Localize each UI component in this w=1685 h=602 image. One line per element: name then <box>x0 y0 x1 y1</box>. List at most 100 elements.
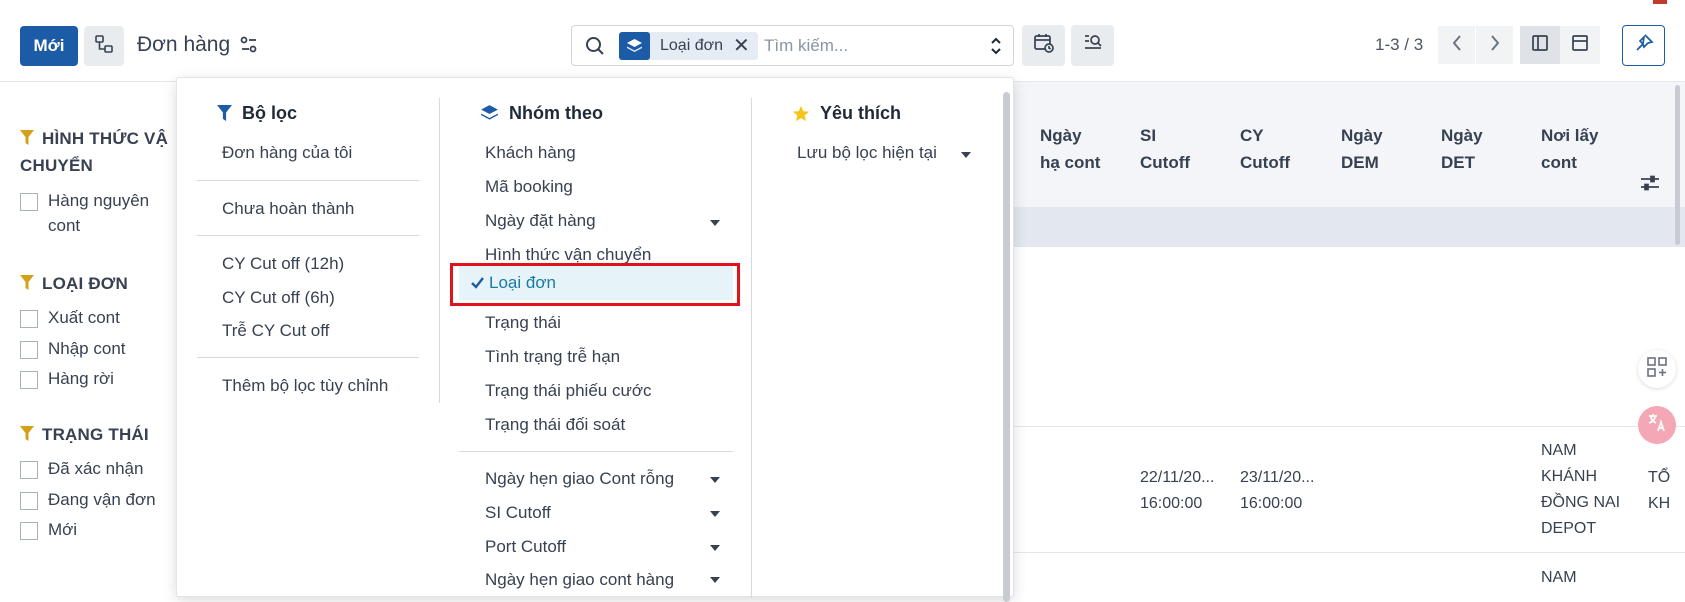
dropdown-scrollbar[interactable] <box>1003 92 1010 602</box>
page-title: Đơn hàng <box>137 33 231 56</box>
star-icon <box>792 105 810 121</box>
cell-pickup-location: NAM <box>1541 569 1577 586</box>
translate-float-button[interactable] <box>1638 406 1676 444</box>
filter-item-full-container[interactable]: Hàng nguyên cont <box>20 191 170 238</box>
apps-add-icon <box>1646 356 1668 383</box>
add-custom-filter[interactable]: Thêm bộ lọc tùy chỉnh <box>222 376 388 396</box>
divider <box>197 235 419 236</box>
calendar-filter-button[interactable] <box>1022 25 1065 66</box>
caret-down-icon[interactable] <box>710 577 720 583</box>
kanban-view-button[interactable] <box>1560 26 1600 64</box>
funnel-icon <box>20 426 34 441</box>
translate-icon <box>1646 412 1668 439</box>
filter-incomplete[interactable]: Chưa hoàn thành <box>222 199 354 219</box>
chevron-left-icon <box>1451 34 1463 57</box>
groupby-shipping-method[interactable]: Hình thức vận chuyển <box>485 245 651 265</box>
search-facet: Loại đơn ✕ <box>619 32 758 60</box>
filter-my-orders[interactable]: Đơn hàng của tôi <box>222 143 352 163</box>
settings-sliders-icon[interactable] <box>240 36 258 59</box>
checkbox[interactable] <box>20 492 38 510</box>
checkbox[interactable] <box>20 461 38 479</box>
toggle-search-panel-icon[interactable] <box>989 36 1003 61</box>
groupby-customer[interactable]: Khách hàng <box>485 143 576 163</box>
column-divider <box>751 98 752 598</box>
list-view: Ngày hạ cont SI Cutoff CY Cutoff Ngày DEM Ng… <box>1000 82 1685 586</box>
pin-icon <box>1634 33 1654 58</box>
columns-view-icon <box>1531 34 1549 57</box>
filter-item-in-transit[interactable]: Đang vận đơn <box>20 490 156 510</box>
row-divider <box>1000 426 1685 427</box>
list-scrollbar[interactable] <box>1675 85 1680 245</box>
checkbox[interactable] <box>20 341 38 359</box>
list-view-button[interactable] <box>1520 26 1560 64</box>
checkbox[interactable] <box>20 522 38 540</box>
switch-view-button[interactable] <box>84 26 124 66</box>
caret-down-icon[interactable] <box>710 477 720 483</box>
save-current-search[interactable]: Lưu bộ lọc hiện tại <box>797 143 937 163</box>
optional-columns-icon[interactable] <box>1640 174 1660 197</box>
column-header-pickup-location[interactable]: Nơi lấy cont <box>1541 122 1598 176</box>
hierarchy-icon <box>94 34 114 59</box>
search-bar: Loại đơn ✕ <box>571 25 1014 66</box>
caret-down-icon[interactable] <box>710 511 720 517</box>
facet-label: Loại đơn <box>660 37 723 54</box>
groupby-port-cutoff[interactable]: Port Cutoff <box>485 537 566 557</box>
filter-item-confirmed[interactable]: Đã xác nhận <box>20 459 143 479</box>
pin-button[interactable] <box>1622 25 1665 66</box>
favorites-title: Yêu thích <box>792 103 901 124</box>
checkbox[interactable] <box>20 310 38 328</box>
groupby-status[interactable]: Trạng thái <box>485 313 561 333</box>
groupby-empty-cont-date[interactable]: Ngày hẹn giao Cont rỗng <box>485 469 674 489</box>
rows-view-icon <box>1571 34 1589 57</box>
filter-item-bulk[interactable]: Hàng rời <box>20 369 114 389</box>
group-row[interactable] <box>1000 207 1685 247</box>
divider <box>197 180 419 181</box>
groupby-freight-status[interactable]: Trạng thái phiếu cước <box>485 381 651 401</box>
groupby-title: Nhóm theo <box>480 103 603 124</box>
column-header-det-date[interactable]: Ngày DET <box>1441 122 1483 176</box>
caret-down-icon[interactable] <box>710 545 720 551</box>
filter-item-new[interactable]: Mới <box>20 520 77 540</box>
search-input[interactable] <box>764 32 974 60</box>
next-page-button[interactable] <box>1476 26 1513 64</box>
previous-page-button[interactable] <box>1438 26 1475 64</box>
calendar-clock-icon <box>1033 32 1055 59</box>
groupby-late-status[interactable]: Tình trạng trễ hạn <box>485 347 620 367</box>
apps-float-button[interactable] <box>1638 350 1676 388</box>
groupby-cargo-cont-date[interactable]: Ngày hẹn giao cont hàng <box>485 570 674 590</box>
column-header-si-cutoff[interactable]: SI Cutoff <box>1140 122 1190 176</box>
groupby-reconciliation-status[interactable]: Trạng thái đối soát <box>485 415 625 435</box>
new-button[interactable]: Mới <box>20 26 78 66</box>
top-accent-strip <box>1653 0 1667 4</box>
search-icon[interactable] <box>584 35 606 62</box>
checkbox[interactable] <box>20 371 38 389</box>
groupby-order-date[interactable]: Ngày đặt hàng <box>485 211 596 231</box>
divider <box>197 357 419 358</box>
search-options-dropdown: Bộ lọc Đơn hàng của tôi Chưa hoàn thành … <box>176 77 1014 602</box>
facet-remove-icon[interactable]: ✕ <box>733 36 758 56</box>
filter-cy-cutoff-12h[interactable]: CY Cut off (12h) <box>222 254 344 274</box>
filter-cy-cutoff-6h[interactable]: CY Cut off (6h) <box>222 288 335 308</box>
pager-value[interactable]: 1-3 / 3 <box>1375 35 1423 55</box>
caret-down-icon[interactable] <box>710 220 720 226</box>
column-header-dem-date[interactable]: Ngày DEM <box>1341 122 1383 176</box>
caret-down-icon[interactable] <box>961 152 971 158</box>
column-header-cy-cutoff[interactable]: CY Cutoff <box>1240 122 1290 176</box>
section-title-shipping: HÌNH THỨC VẬ <box>20 129 168 149</box>
groupby-si-cutoff[interactable]: SI Cutoff <box>485 503 551 523</box>
cell-cy-cutoff: 23/11/20... 16:00:00 <box>1240 469 1315 512</box>
filter-item-import[interactable]: Nhập cont <box>20 339 126 359</box>
funnel-icon <box>217 105 232 121</box>
search-panel-button[interactable] <box>1071 25 1114 66</box>
column-header-unload-date[interactable]: Ngày hạ cont <box>1040 122 1100 176</box>
checkbox[interactable] <box>20 193 38 211</box>
groupby-booking-code[interactable]: Mã booking <box>485 177 573 197</box>
funnel-icon <box>20 130 34 145</box>
filter-late-cy-cutoff[interactable]: Trễ CY Cut off <box>222 321 329 341</box>
cell-si-cutoff: 22/11/20... 16:00:00 <box>1140 469 1215 512</box>
filters-title: Bộ lọc <box>217 103 297 124</box>
chevron-right-icon <box>1489 34 1501 57</box>
layers-icon <box>481 105 498 120</box>
section-title-shipping-line2: CHUYỂN <box>20 156 93 175</box>
filter-item-export[interactable]: Xuất cont <box>20 308 120 328</box>
